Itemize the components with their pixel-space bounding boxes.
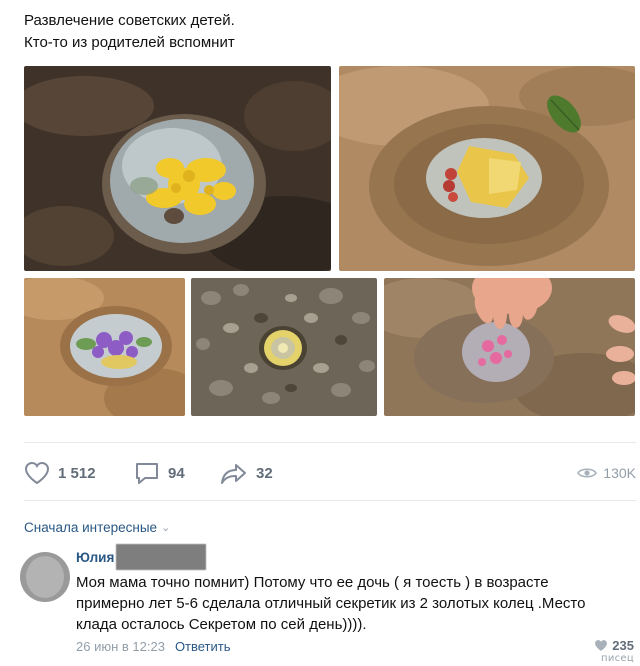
redacted-name xyxy=(116,544,207,570)
comment-like-button[interactable]: 235 xyxy=(594,638,634,653)
sort-label: Сначала интересные xyxy=(24,520,158,535)
comment-text: Моя мама точно помнит) Потому что ее доч… xyxy=(76,572,636,635)
reply-button[interactable]: Ответить xyxy=(175,639,231,654)
post-text-line: Развлечение советских детей. xyxy=(24,12,235,29)
comment-count: 94 xyxy=(168,464,185,482)
post-text-line: Кто-то из родителей вспомнит xyxy=(24,34,235,51)
comment-text-line: Моя мама точно помнит) Потому что ее доч… xyxy=(76,574,549,591)
post-photo[interactable] xyxy=(384,278,635,416)
divider xyxy=(24,500,636,501)
comment-author[interactable]: Юлия xyxy=(76,550,114,565)
post-photo[interactable] xyxy=(24,278,185,416)
chevron-down-icon: ⌄ xyxy=(161,522,171,534)
post-photo[interactable] xyxy=(24,66,331,271)
share-button[interactable]: 32 xyxy=(220,456,273,490)
comment-text-line: примерно лет 5-6 сделала отличный секрет… xyxy=(76,595,586,612)
share-arrow-icon xyxy=(221,464,246,484)
comment-date[interactable]: 26 июн в 12:23 xyxy=(76,639,165,654)
comment: Юлия Моя мама точно помнит) Потому что е… xyxy=(20,544,636,664)
like-count: 1 512 xyxy=(58,464,96,482)
divider xyxy=(24,442,636,443)
views-counter: 130K xyxy=(577,456,636,490)
comment-button[interactable]: 94 xyxy=(134,456,185,490)
comment-text-line: клада осталось Секретом по сей день)))). xyxy=(76,616,367,633)
watermark: писец xyxy=(601,653,634,664)
heart-icon xyxy=(595,640,608,651)
comments-sort-dropdown[interactable]: Сначала интересные ⌄ xyxy=(24,520,170,535)
post-actions: 1 512 94 32 130K xyxy=(24,456,636,490)
post-photo[interactable] xyxy=(191,278,377,416)
comment-author-row: Юлия xyxy=(76,544,207,570)
heart-icon xyxy=(24,461,50,485)
share-count: 32 xyxy=(256,464,273,482)
eye-icon xyxy=(577,468,598,478)
avatar-blur xyxy=(26,556,64,598)
like-button[interactable]: 1 512 xyxy=(24,456,96,490)
post-photo[interactable] xyxy=(339,66,635,271)
avatar[interactable] xyxy=(20,552,70,602)
comment-bubble-icon xyxy=(136,463,158,484)
comment-like-count: 235 xyxy=(612,638,634,653)
post-text: Развлечение советских детей. Кто-то из р… xyxy=(24,10,235,54)
comment-meta: 26 июн в 12:23 Ответить xyxy=(76,639,231,654)
views-count: 130K xyxy=(603,465,636,481)
